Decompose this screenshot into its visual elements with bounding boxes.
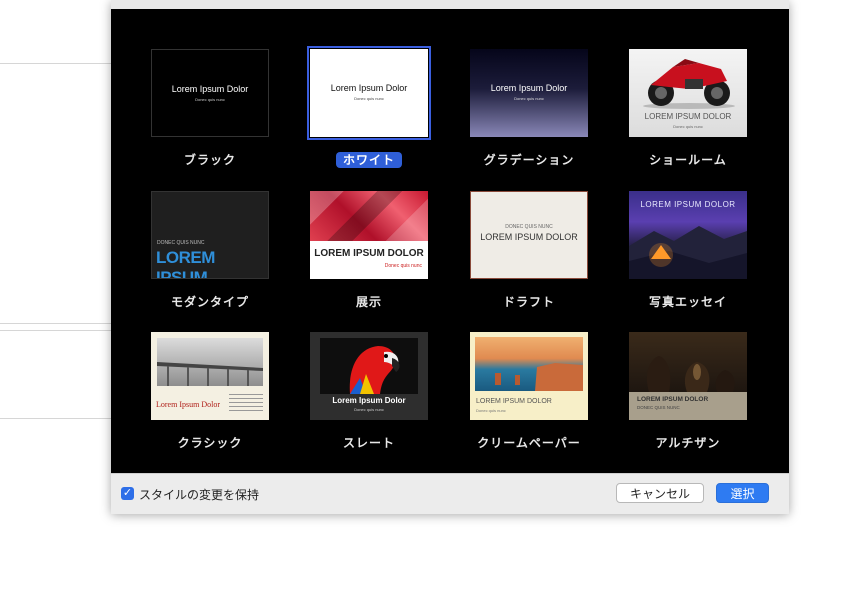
sheet-top-bar bbox=[111, 0, 789, 9]
preview-subtitle: Donec quis nunc bbox=[673, 124, 703, 129]
preview-kicker: DONEC QUIS NUNC bbox=[505, 224, 553, 230]
preview-title: Lorem Ipsum Dolor bbox=[490, 83, 568, 93]
theme-label: クリームペーパー bbox=[477, 436, 581, 450]
preview-title: LOREM IPSUM DOLOR bbox=[476, 398, 552, 405]
theme-tile-draft[interactable]: DONEC QUIS NUNC LOREM IPSUM DOLOR ドラフト bbox=[449, 191, 609, 311]
preview-title: LOREM IPSUM DOLOR bbox=[640, 200, 736, 209]
background-divider bbox=[0, 323, 111, 324]
preview-title: LOREM IPSUM DOLOR bbox=[480, 232, 578, 242]
theme-thumb-exhibition[interactable]: LOREM IPSUM DOLOR Donec quis nunc bbox=[310, 191, 428, 279]
theme-tile-classic[interactable]: Lorem Ipsum Dolor クラシック bbox=[130, 332, 290, 452]
preview-subtitle: Donec quis nunc bbox=[384, 263, 422, 269]
bridge-image bbox=[157, 338, 263, 386]
preview-subtitle: Donec quis nunc bbox=[514, 96, 544, 101]
preview-title: Lorem Ipsum Dolor bbox=[332, 396, 406, 405]
theme-tile-exhibition[interactable]: LOREM IPSUM DOLOR Donec quis nunc 展示 bbox=[289, 191, 449, 311]
theme-tile-slate[interactable]: Lorem Ipsum Dolor Donec quis nunc スレート bbox=[289, 332, 449, 452]
theme-thumb-white[interactable]: Lorem Ipsum Dolor Donec quis nunc bbox=[307, 46, 431, 140]
theme-tile-photo-essay[interactable]: LOREM IPSUM DOLOR 写真エッセイ bbox=[608, 191, 768, 311]
keep-style-changes-checkbox[interactable]: ✓ bbox=[121, 487, 134, 500]
red-mosaic-image bbox=[310, 191, 428, 241]
theme-label-selected: ホワイト bbox=[289, 151, 449, 168]
background-divider bbox=[0, 330, 111, 331]
theme-thumb-showroom[interactable]: LOREM IPSUM DOLOR Donec quis nunc bbox=[629, 49, 747, 137]
theme-thumb-modern-type[interactable]: DONEC QUIS NUNC LOREM IPSUM bbox=[151, 191, 269, 279]
preview-subtitle: Donec quis nunc bbox=[195, 97, 225, 102]
theme-thumb-gradient[interactable]: Lorem Ipsum Dolor Donec quis nunc bbox=[470, 49, 588, 137]
keep-style-changes-label[interactable]: スタイルの変更を保持 bbox=[139, 486, 259, 503]
theme-tile-modern-type[interactable]: DONEC QUIS NUNC LOREM IPSUM モダンタイプ bbox=[130, 191, 290, 311]
theme-thumb-draft[interactable]: DONEC QUIS NUNC LOREM IPSUM DOLOR bbox=[470, 191, 588, 279]
theme-tile-white[interactable]: Lorem Ipsum Dolor Donec quis nunc ホワイト bbox=[289, 46, 449, 169]
theme-label: クラシック bbox=[177, 436, 243, 450]
theme-thumb-cream-paper[interactable]: LOREM IPSUM DOLOR Donec quis nunc bbox=[470, 332, 588, 420]
theme-tile-artisan[interactable]: LOREM IPSUM DOLOR DONEC QUIS NUNC アルチザン bbox=[608, 332, 768, 452]
theme-label: 展示 bbox=[355, 295, 382, 309]
pottery-image bbox=[629, 332, 747, 392]
preview-title: Lorem Ipsum Dolor bbox=[330, 83, 408, 93]
theme-label: 写真エッセイ bbox=[648, 295, 727, 309]
theme-label: モダンタイプ bbox=[170, 295, 249, 309]
theme-thumb-classic[interactable]: Lorem Ipsum Dolor bbox=[151, 332, 269, 420]
theme-tile-gradient[interactable]: Lorem Ipsum Dolor Donec quis nunc グラデーショ… bbox=[449, 49, 609, 169]
theme-label: スレート bbox=[342, 436, 395, 450]
sheet-footer: ✓ スタイルの変更を保持 キャンセル 選択 bbox=[111, 473, 789, 514]
coastline-image bbox=[475, 337, 583, 391]
select-button[interactable]: 選択 bbox=[716, 483, 769, 503]
parrot-image bbox=[320, 338, 418, 394]
preview-subtitle: Donec quis nunc bbox=[354, 96, 384, 101]
preview-title: LOREM IPSUM bbox=[156, 248, 215, 279]
preview-title: LOREM IPSUM DOLOR bbox=[314, 248, 424, 259]
theme-tile-black[interactable]: Lorem Ipsum Dolor Donec quis nunc ブラック bbox=[130, 49, 290, 169]
theme-label: グラデーション bbox=[483, 153, 575, 167]
theme-label: ショールーム bbox=[649, 153, 727, 167]
theme-tile-cream-paper[interactable]: LOREM IPSUM DOLOR Donec quis nunc クリームペー… bbox=[449, 332, 609, 452]
theme-thumb-artisan[interactable]: LOREM IPSUM DOLOR DONEC QUIS NUNC bbox=[629, 332, 747, 420]
preview-subtitle: DONEC QUIS NUNC bbox=[637, 405, 680, 410]
background-divider bbox=[0, 63, 111, 64]
theme-label: ドラフト bbox=[502, 295, 555, 309]
theme-label: アルチザン bbox=[655, 436, 721, 450]
theme-thumb-black[interactable]: Lorem Ipsum Dolor Donec quis nunc bbox=[151, 49, 269, 137]
preview-title: LOREM IPSUM DOLOR bbox=[637, 396, 709, 403]
theme-chooser-sheet: Lorem Ipsum Dolor Donec quis nunc ブラック L… bbox=[111, 0, 789, 514]
preview-title: Lorem Ipsum Dolor bbox=[156, 400, 220, 409]
preview-subtitle: Donec quis nunc bbox=[354, 407, 384, 412]
body-text-lines bbox=[229, 394, 263, 412]
theme-label: ブラック bbox=[183, 153, 236, 167]
preview-title: Lorem Ipsum Dolor bbox=[171, 84, 249, 94]
theme-thumb-photo-essay[interactable]: LOREM IPSUM DOLOR bbox=[629, 191, 747, 279]
theme-thumb-slate[interactable]: Lorem Ipsum Dolor Donec quis nunc bbox=[310, 332, 428, 420]
background-divider bbox=[0, 418, 111, 419]
preview-subtitle: Donec quis nunc bbox=[476, 408, 506, 413]
preview-kicker: DONEC QUIS NUNC bbox=[157, 240, 205, 246]
motorcycle-image bbox=[643, 59, 735, 109]
theme-tile-showroom[interactable]: LOREM IPSUM DOLOR Donec quis nunc ショールーム bbox=[608, 49, 768, 169]
preview-title: LOREM IPSUM DOLOR bbox=[644, 112, 732, 121]
cancel-button[interactable]: キャンセル bbox=[616, 483, 704, 503]
selected-label: ホワイト bbox=[335, 152, 402, 168]
